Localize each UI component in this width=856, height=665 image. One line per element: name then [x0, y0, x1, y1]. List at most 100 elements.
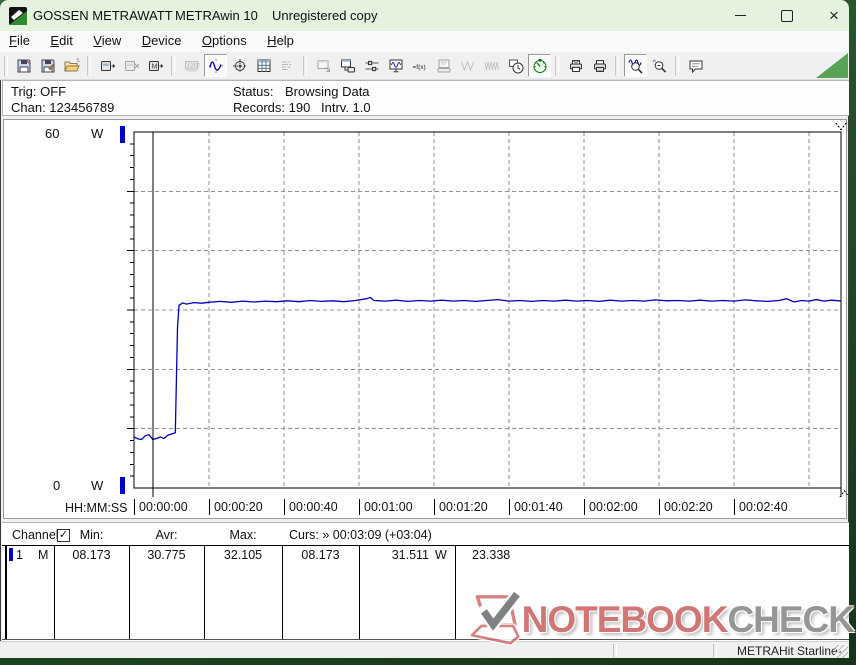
disconnect-device-button	[120, 54, 143, 77]
y-min-label: 0	[53, 478, 61, 493]
x-axis-tick-label: 00:00:00	[134, 499, 188, 515]
value-list-icon	[281, 61, 291, 70]
scope-crosshair-button[interactable]	[228, 54, 251, 77]
toolbar-grip[interactable]	[4, 55, 8, 76]
statusbar-divider	[713, 644, 717, 657]
maximize-icon	[781, 9, 793, 22]
metrawin-corner-triangle	[816, 53, 848, 78]
channel-sliders-button[interactable]	[360, 54, 383, 77]
zoom-out-icon	[652, 59, 666, 73]
clock-icon	[508, 59, 523, 73]
zoom-in-wave-button[interactable]	[624, 54, 647, 77]
chart-view-button[interactable]	[204, 54, 227, 77]
x-axis-tick-label: 00:02:00	[584, 499, 638, 515]
dense-wave-icon	[484, 61, 499, 70]
y-unit-bottom: W	[91, 478, 104, 493]
gauge-icon	[533, 58, 546, 73]
device-memory-icon: M	[148, 60, 163, 71]
x-axis-tick-label: 00:01:20	[434, 499, 488, 515]
live-gauge-button[interactable]	[528, 54, 551, 77]
multimeter-display-button: 1257	[180, 54, 203, 77]
close-icon: ×	[829, 5, 839, 25]
menu-bar: File Edit View Device Options Help	[0, 31, 849, 53]
cell-cursor1: 08.173	[301, 548, 340, 562]
device-disconnect-icon	[124, 60, 139, 71]
clock-window-button[interactable]	[504, 54, 527, 77]
monitor-waveform-icon	[389, 59, 402, 72]
x-axis-tick-label: 00:01:40	[509, 499, 563, 515]
toolbar-separator	[171, 55, 175, 76]
header-avr: Avr:	[155, 528, 178, 542]
toolbar-separator	[303, 55, 307, 76]
device-window-button[interactable]	[336, 54, 359, 77]
x-axis-tick-label: 00:00:40	[284, 499, 338, 515]
cell-max: 32.105	[223, 548, 263, 562]
resize-grip[interactable]	[835, 645, 848, 658]
svg-text:=f(x): =f(x)	[412, 64, 425, 71]
power-chart-plot[interactable]	[4, 120, 848, 520]
cell-delta: 23.338	[472, 548, 511, 562]
send-to-device-button[interactable]	[96, 54, 119, 77]
minimize-icon	[734, 15, 746, 16]
table-view-button[interactable]	[252, 54, 275, 77]
channel-list: Chan: 123456789	[11, 100, 115, 115]
print-button[interactable]	[588, 54, 611, 77]
waveform-a-button	[456, 54, 479, 77]
menu-options[interactable]: Options	[195, 31, 254, 51]
trigger-status: Trig: OFF	[11, 84, 67, 99]
acquisition-info-panel: Trig: OFF Chan: 123456789 Status: Browsi…	[2, 80, 849, 116]
channel1-top-marker	[120, 126, 125, 143]
print-preview-button[interactable]	[564, 54, 587, 77]
read-device-memory-button[interactable]: M	[144, 54, 167, 77]
zoom-out-wave-button[interactable]	[648, 54, 671, 77]
minimize-button[interactable]	[717, 0, 763, 31]
title-license-text: Unregistered copy	[272, 8, 378, 23]
save-as-button[interactable]	[36, 54, 59, 77]
title-app-name: GOSSEN METRAWATT	[33, 8, 173, 23]
header-cursor-readout: Curs: » 00:03:09 (+03:04)	[289, 528, 432, 542]
menu-file[interactable]: File	[2, 31, 37, 51]
monitor-view-button[interactable]	[384, 54, 407, 77]
cell-min: 08.173	[72, 548, 111, 562]
sliders-icon	[365, 60, 378, 71]
window-export-icon	[317, 59, 330, 72]
x-axis-tick-label: 00:00:20	[209, 499, 263, 515]
status-label: Status:	[233, 84, 274, 99]
title-bar[interactable]: GOSSEN METRAWATT METRAwin 10 Unregistere…	[0, 0, 849, 31]
svg-text:1257: 1257	[186, 63, 199, 69]
menu-device[interactable]: Device	[135, 31, 189, 51]
x-axis-tick-labels: 00:00:00 00:00:20 00:00:40 00:01:00 00:01:20…	[4, 499, 848, 517]
menu-edit[interactable]: Edit	[43, 31, 79, 51]
formula-button[interactable]: =f(x)	[408, 54, 431, 77]
channel-stats-table: Channel: ✓ Min: Avr: Max: Curs: » 00:03:…	[2, 522, 849, 642]
data-table-icon	[257, 59, 270, 72]
toolbar: M 1257 =f(x)	[0, 52, 849, 80]
interval-value: Intrv. 1.0	[321, 100, 371, 115]
printer-icon	[593, 59, 606, 72]
connected-device-name: METRAHit Starline-Seri	[737, 644, 842, 658]
sparse-wave-icon	[460, 60, 474, 71]
cursor-2-top-handle[interactable]	[835, 122, 847, 131]
maximize-button[interactable]	[764, 0, 810, 31]
cell-cursor2: 31.511	[391, 548, 429, 562]
header-min: Min:	[79, 528, 104, 542]
statistics-view-button	[276, 54, 299, 77]
menu-help[interactable]: Help	[260, 31, 301, 51]
formula-fx-icon: =f(x)	[412, 64, 425, 71]
open-file-button[interactable]	[60, 54, 83, 77]
statusbar-divider	[613, 644, 617, 657]
close-button[interactable]: ×	[811, 0, 849, 31]
table-gridline	[455, 545, 456, 639]
power-trace	[133, 296, 842, 441]
x-axis-tick-label: 00:02:40	[734, 499, 788, 515]
title-product-name: METRAwin 10	[175, 8, 258, 23]
chart-panel: 60 W 0 W HH:MM:SS 00:00:00 00:00:20 00:00:…	[3, 119, 848, 520]
channel1-bottom-marker	[120, 477, 125, 494]
x-axis-tick-label: 00:02:20	[659, 499, 713, 515]
menu-view[interactable]: View	[86, 31, 128, 51]
save-file-button[interactable]	[12, 54, 35, 77]
annotation-button[interactable]	[684, 54, 707, 77]
zoom-waveform-icon	[627, 58, 643, 74]
device-send-icon	[100, 60, 115, 71]
floppy-disk-pen-icon	[41, 59, 55, 72]
